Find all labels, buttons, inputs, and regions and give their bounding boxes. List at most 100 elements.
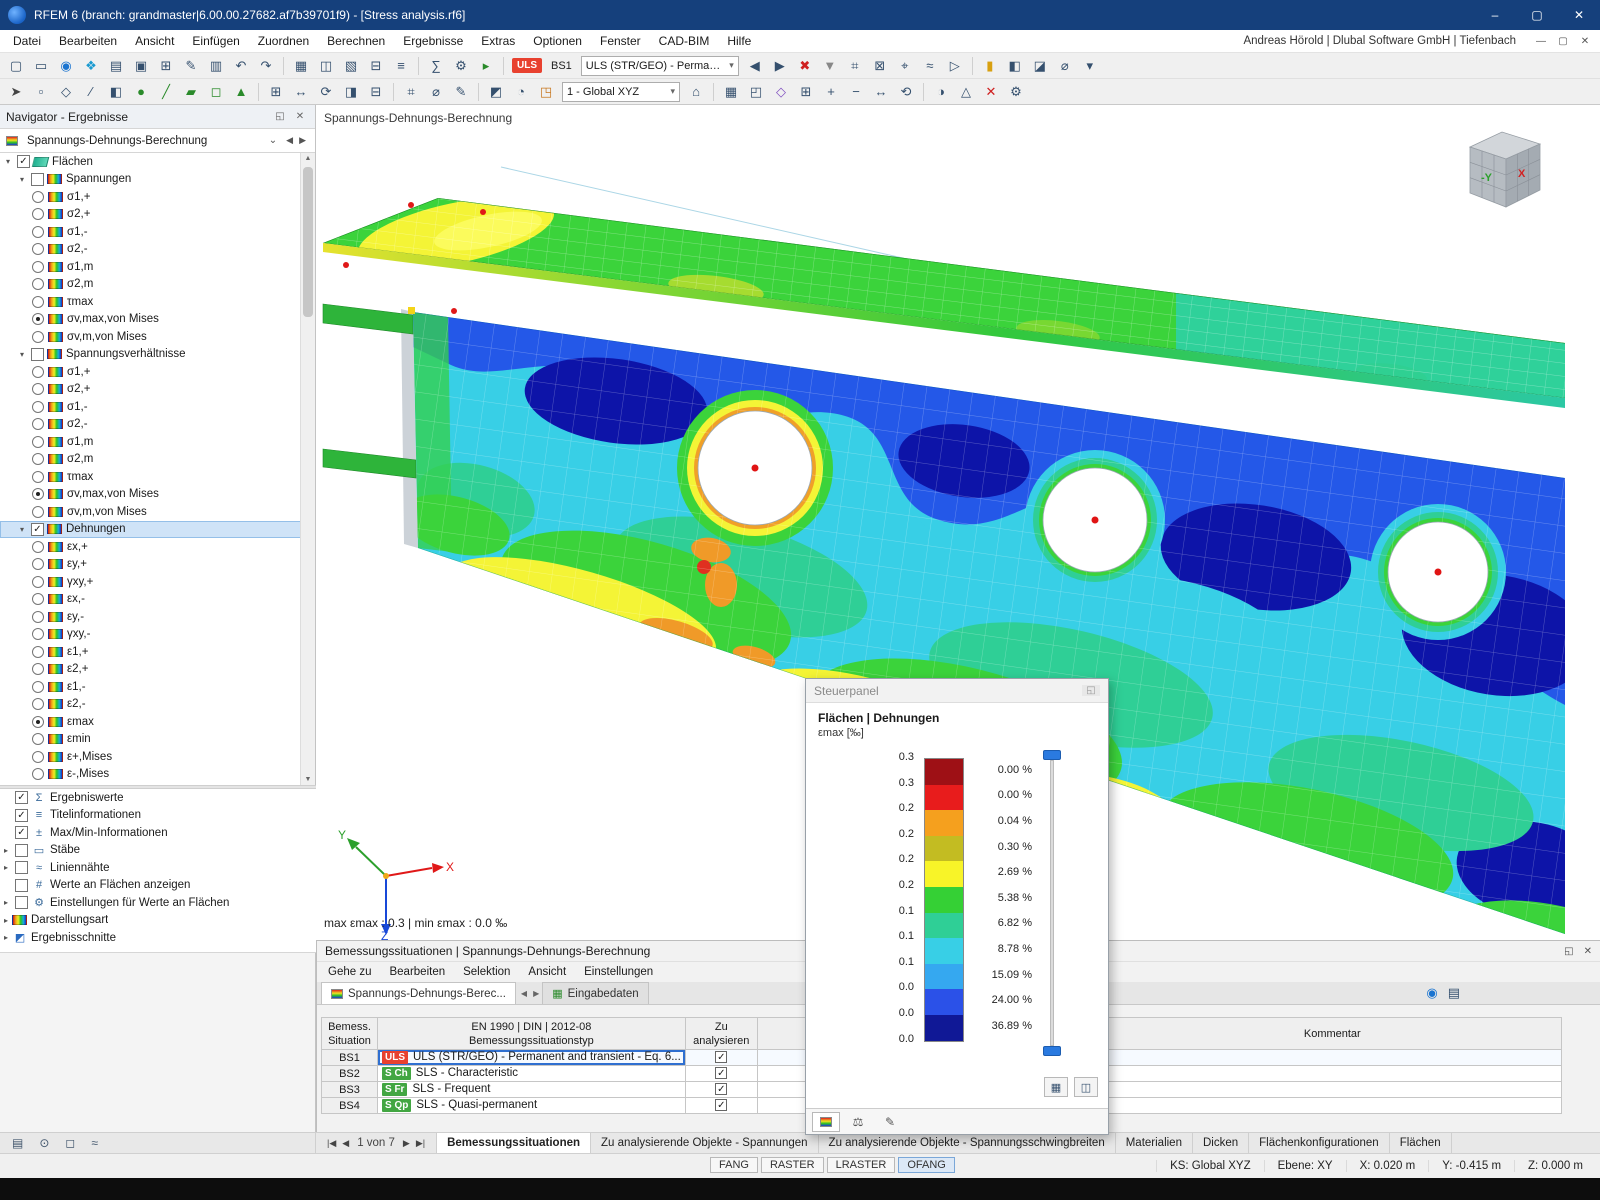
checkbox[interactable] [15,861,28,874]
result-tree-item-2[interactable]: σ1,+ [0,188,301,206]
new-support-icon[interactable]: ▲ [229,81,253,103]
select-pointer-icon[interactable]: ➤ [4,81,28,103]
dimensions-icon[interactable]: ⌀ [424,81,448,103]
table-split-icon[interactable]: ◫ [314,55,338,77]
edit-surface-icon[interactable]: ◧ [104,81,128,103]
clipping-plane-icon[interactable]: ◪ [1028,55,1052,77]
dock-close-icon[interactable]: ✕ [1584,946,1592,957]
visibility-filter-icon[interactable]: ◩ [484,81,508,103]
radio-button[interactable] [32,208,44,220]
tab-scroll-right-icon[interactable]: ▶ [530,989,542,998]
save-icon[interactable]: ▣ [129,55,153,77]
scale-options-button[interactable]: ▦ [1044,1077,1068,1097]
next-loadcase-icon[interactable]: ▶ [768,55,792,77]
chevron-down-icon[interactable]: ⌄ [269,135,277,146]
isometric-view-icon[interactable]: ◇ [769,81,793,103]
radio-button[interactable] [32,453,44,465]
radio-button[interactable] [32,366,44,378]
dock-maximize-icon[interactable]: ◱ [1564,946,1573,957]
menu-item-5[interactable]: Berechnen [318,30,394,53]
maximize-button[interactable]: ▢ [1516,0,1558,30]
rotate-object-icon[interactable]: ⟳ [314,81,338,103]
radio-button[interactable] [32,226,44,238]
prev-category-icon[interactable]: ◀ [283,135,296,146]
radio-button[interactable] [32,751,44,763]
mirror-object-icon[interactable]: ◨ [339,81,363,103]
situation-type-cell[interactable]: S QpSLS - Quasi-permanent [378,1098,686,1114]
snap-toggle-raster[interactable]: RASTER [761,1157,824,1173]
bottom-tab-1[interactable]: Zu analysierende Objekte - Spannungen [591,1133,819,1153]
array-object-icon[interactable]: ⊟ [364,81,388,103]
result-tree-item-34[interactable]: ε+,Mises [0,748,301,766]
checkbox[interactable] [31,173,44,186]
next-category-icon[interactable]: ▶ [296,135,309,146]
result-tree-item-25[interactable]: εx,- [0,591,301,609]
expander-icon[interactable]: ▾ [16,350,28,359]
redo-icon[interactable]: ↷ [254,55,278,77]
bottom-tab-5[interactable]: Flächenkonfigurationen [1249,1133,1390,1153]
result-tree-item-17[interactable]: σ2,m [0,451,301,469]
visibility-select-icon[interactable]: ◔ [509,81,533,103]
result-tree-item-1[interactable]: ▾Spannungen [0,171,301,189]
opening-center-node-1[interactable] [752,465,759,472]
result-tree-item-35[interactable]: ε-,Mises [0,766,301,784]
checkbox[interactable] [15,879,28,892]
checkbox[interactable]: ✓ [17,155,30,168]
column-header-4[interactable]: Kommentar [1103,1018,1561,1050]
result-tree-item-15[interactable]: σ2,- [0,416,301,434]
page-first-icon[interactable]: |◀ [324,1138,339,1149]
zoom-values-icon[interactable]: ⌖ [893,55,917,77]
radio-button[interactable] [32,716,44,728]
scale-edit-button[interactable]: ◫ [1074,1077,1098,1097]
menu-item-9[interactable]: Fenster [591,30,650,53]
clipboard-icon[interactable]: ▥ [204,55,228,77]
result-tree-item-32[interactable]: εmax [0,713,301,731]
annotation-icon[interactable]: ✎ [449,81,473,103]
result-tree-item-13[interactable]: σ2,+ [0,381,301,399]
undo-icon[interactable]: ↶ [229,55,253,77]
display-option-2[interactable]: ✓±Max/Min-Informationen [0,824,316,842]
page-next-icon[interactable]: ▶ [400,1138,413,1149]
snap-toggle-lraster[interactable]: LRASTER [827,1157,896,1173]
result-grid-icon[interactable]: ⊠ [868,55,892,77]
mdi-minimize-icon[interactable]: — [1530,36,1552,47]
result-tree-item-9[interactable]: σv,max,von Mises [0,311,301,329]
analyze-checkbox[interactable]: ✓ [715,1083,727,1095]
expander-icon[interactable]: ▸ [0,863,12,872]
result-tree-item-10[interactable]: σv,m,von Mises [0,328,301,346]
result-tree-item-28[interactable]: ε1,+ [0,643,301,661]
menu-item-3[interactable]: Einfügen [183,30,248,53]
navigator-scrollbar[interactable]: ▲ ▼ [300,153,315,785]
result-tree-item-6[interactable]: σ1,m [0,258,301,276]
control-panel[interactable]: Steuerpanel ◱ Flächen | Dehnungen εmax [… [805,678,1109,1135]
radio-button[interactable] [32,768,44,780]
view-select[interactable]: 1 - Global XYZ▾ [562,82,680,102]
calculate-all-icon[interactable]: ∑ [424,55,448,77]
radio-button[interactable] [32,646,44,658]
pan-view-icon[interactable]: ↔ [869,81,893,103]
result-tree-item-19[interactable]: σv,max,von Mises [0,486,301,504]
result-values-icon[interactable]: ⌗ [843,55,867,77]
expander-icon[interactable]: ▸ [0,898,12,907]
menu-item-1[interactable]: Bearbeiten [50,30,126,53]
perspective-icon[interactable]: △ [954,81,978,103]
analyze-checkbox[interactable]: ✓ [715,1067,727,1079]
expander-icon[interactable]: ▸ [0,933,12,942]
expander-icon[interactable]: ▸ [0,916,12,925]
checkbox[interactable]: ✓ [15,809,28,822]
checkbox[interactable] [15,844,28,857]
radio-button[interactable] [32,471,44,483]
result-tree-item-27[interactable]: γxy,- [0,626,301,644]
open-file-icon[interactable]: ▭ [29,55,53,77]
run-solver-icon[interactable]: ▸ [474,55,498,77]
tab-color-scale[interactable] [812,1112,840,1132]
more-tools-icon[interactable]: ▾ [1078,55,1102,77]
new-line-icon[interactable]: ╱ [154,81,178,103]
display-option-5[interactable]: #Werte an Flächen anzeigen [0,877,316,895]
delete-results-icon[interactable]: ✖ [793,55,817,77]
bottom-tab-6[interactable]: Flächen [1390,1133,1452,1153]
radio-button[interactable] [32,488,44,500]
slider-handle-min[interactable] [1043,1046,1061,1056]
print-icon[interactable]: ▤ [104,55,128,77]
expander-icon[interactable]: ▾ [2,157,14,166]
